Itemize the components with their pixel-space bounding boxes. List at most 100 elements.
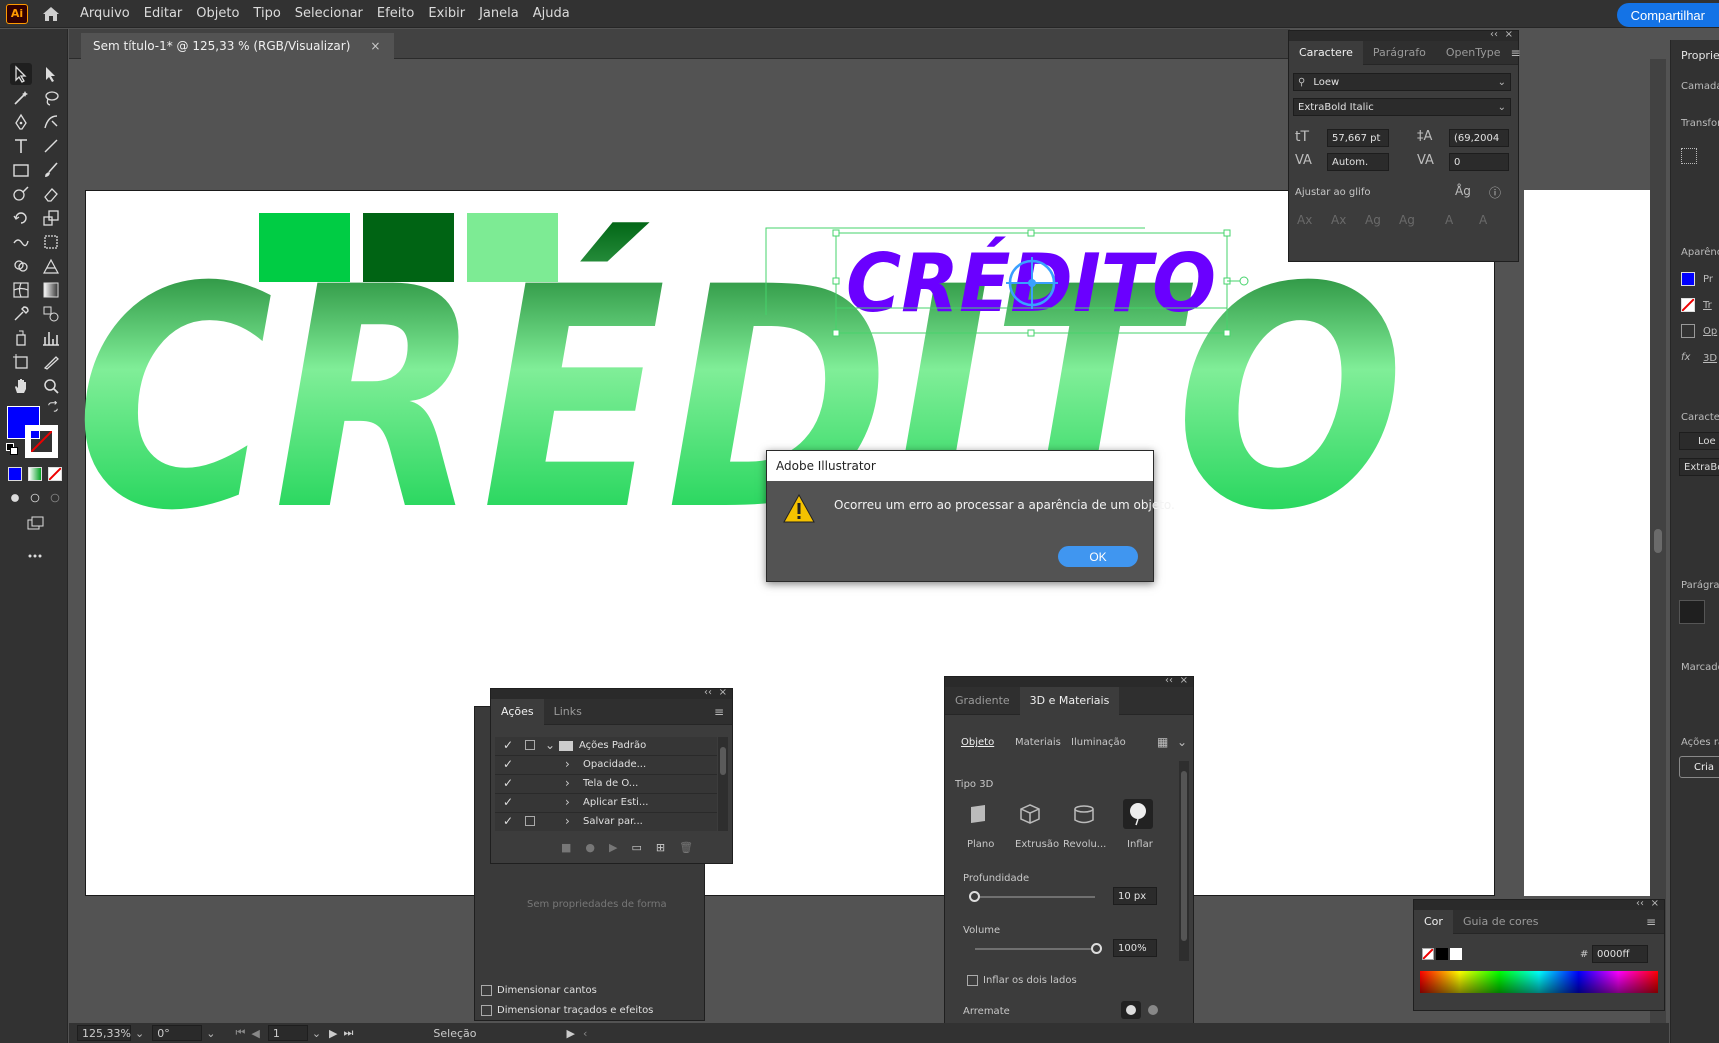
color-spectrum[interactable]: [1420, 971, 1658, 993]
type-tool-icon[interactable]: [10, 135, 32, 157]
volume-slider-track[interactable]: [975, 948, 1095, 950]
check-icon[interactable]: ✓: [503, 738, 513, 752]
depth-field[interactable]: 10 px: [1113, 887, 1157, 905]
reference-point-icon[interactable]: [1681, 148, 1697, 164]
chevron-down-icon[interactable]: ⌄: [135, 1027, 144, 1040]
check-icon[interactable]: ✓: [503, 776, 513, 790]
props-font-family-field[interactable]: Loe: [1679, 432, 1719, 450]
chevron-right-icon[interactable]: ›: [565, 795, 570, 809]
info-icon[interactable]: ⓘ: [1489, 184, 1501, 201]
snap-angular-icon[interactable]: A: [1445, 213, 1453, 227]
appearance-fill-swatch[interactable]: [1681, 272, 1695, 286]
warp-tool-icon[interactable]: [10, 231, 32, 253]
panel-menu-icon[interactable]: ≡: [1646, 915, 1656, 929]
hand-tool-icon[interactable]: [10, 375, 32, 397]
direct-selection-tool-icon[interactable]: [40, 63, 62, 85]
lasso-icon[interactable]: [40, 87, 62, 109]
close-panel-icon[interactable]: ×: [719, 687, 727, 698]
menu-janela[interactable]: Janela: [479, 6, 519, 21]
gradient-mode-icon[interactable]: [28, 467, 42, 481]
record-icon[interactable]: ●: [585, 841, 595, 857]
close-panel-icon[interactable]: ×: [1180, 675, 1188, 686]
list-item[interactable]: ✓ › Tela de O...: [495, 775, 717, 794]
chevron-down-icon[interactable]: ⌄: [312, 1027, 321, 1040]
artboard-tool-icon[interactable]: [10, 351, 32, 373]
chevron-right-icon[interactable]: ›: [565, 776, 570, 790]
appearance-opacity-label[interactable]: Op: [1703, 326, 1717, 337]
black-color-icon[interactable]: [1436, 948, 1448, 960]
chevron-down-icon[interactable]: ⌄: [1177, 735, 1187, 749]
draw-behind-icon[interactable]: [26, 489, 44, 507]
snap-anchor-icon[interactable]: A: [1479, 213, 1487, 227]
pen-tool-icon[interactable]: [10, 111, 32, 133]
menu-selecionar[interactable]: Selecionar: [295, 6, 363, 21]
color-mode-icon[interactable]: [8, 467, 22, 481]
status-menu-icon[interactable]: ▶: [567, 1027, 575, 1040]
hex-input[interactable]: 0000ff: [1592, 945, 1648, 963]
zoom-field[interactable]: 125,33%: [77, 1025, 131, 1041]
document-tab[interactable]: Sem título-1* @ 125,33 % (RGB/Visualizar…: [81, 33, 395, 59]
shaper-tool-icon[interactable]: [10, 183, 32, 205]
list-item[interactable]: ✓ › Aplicar Esti...: [495, 794, 717, 813]
curvature-tool-icon[interactable]: [40, 111, 62, 133]
3d-panel-scrollbar[interactable]: [1179, 761, 1189, 961]
appearance-stroke-swatch[interactable]: [1681, 298, 1695, 312]
3d-panel-grip[interactable]: ‹‹ ×: [945, 675, 1193, 687]
scroll-thumb[interactable]: [1654, 529, 1662, 553]
glyph-options-icon[interactable]: Åg: [1455, 184, 1471, 198]
draw-normal-icon[interactable]: [6, 489, 24, 507]
modal-toggle-icon[interactable]: [525, 816, 535, 826]
chevron-down-icon[interactable]: ⌄: [545, 738, 555, 752]
tab-3d-materiais[interactable]: 3D e Materiais: [1019, 686, 1120, 715]
props-font-style-field[interactable]: ExtraBo: [1679, 458, 1719, 476]
chevron-down-icon[interactable]: ⌄: [206, 1027, 215, 1040]
panel-menu-icon[interactable]: ≡: [1511, 46, 1521, 60]
fx-icon[interactable]: fx: [1681, 352, 1690, 363]
stop-icon[interactable]: ■: [561, 841, 571, 857]
bevel-toggle-on-icon[interactable]: [1121, 1001, 1141, 1019]
stroke-swatch[interactable]: [25, 425, 58, 458]
snap-baseline-icon[interactable]: Ax: [1297, 213, 1312, 227]
play-icon[interactable]: ▶: [609, 841, 617, 857]
subtab-objeto[interactable]: Objeto: [961, 737, 994, 748]
menu-objeto[interactable]: Objeto: [196, 6, 239, 21]
appearance-3d-label[interactable]: 3D: [1703, 353, 1717, 364]
tab-links[interactable]: Links: [544, 699, 592, 725]
snap-xheight-icon[interactable]: Ax: [1331, 213, 1346, 227]
depth-slider-handle[interactable]: [969, 891, 980, 902]
menu-tipo[interactable]: Tipo: [253, 6, 280, 21]
appearance-stroke-label[interactable]: Tr: [1703, 300, 1712, 311]
menu-editar[interactable]: Editar: [144, 6, 183, 21]
close-document-icon[interactable]: ×: [370, 39, 380, 53]
tab-acoes[interactable]: Ações: [491, 698, 544, 725]
scale-strokes-checkbox[interactable]: [481, 1005, 492, 1016]
first-artboard-icon[interactable]: ⏮: [235, 1026, 245, 1040]
symbol-sprayer-icon[interactable]: [10, 327, 32, 349]
panel-menu-icon[interactable]: ≡: [714, 705, 724, 719]
scroll-left-icon[interactable]: ‹: [583, 1027, 587, 1040]
check-icon[interactable]: ✓: [503, 795, 513, 809]
leading-field[interactable]: (69,2004: [1449, 129, 1509, 147]
close-panel-icon[interactable]: ×: [1651, 898, 1659, 909]
kerning-field[interactable]: Autom.: [1327, 153, 1389, 171]
selection-tool-icon[interactable]: [10, 63, 32, 85]
subtab-iluminacao[interactable]: Iluminação: [1071, 737, 1126, 748]
check-icon[interactable]: ✓: [503, 814, 513, 828]
trash-icon[interactable]: 🗑: [679, 841, 693, 857]
artboard-number-field[interactable]: 1: [267, 1025, 308, 1041]
share-button[interactable]: Compartilhar: [1616, 3, 1719, 27]
font-size-field[interactable]: 57,667 pt: [1327, 129, 1389, 147]
chevron-right-icon[interactable]: ›: [565, 814, 570, 828]
more-tools-icon[interactable]: [24, 545, 46, 567]
menu-exibir[interactable]: Exibir: [428, 6, 465, 21]
snap-proximity-icon[interactable]: Ag: [1399, 213, 1415, 227]
actions-panel-grip[interactable]: ‹‹ ×: [491, 687, 732, 699]
font-family-field[interactable]: ⚲ Loew ⌄: [1293, 73, 1511, 91]
subtab-materiais[interactable]: Materiais: [1015, 737, 1061, 748]
volume-slider-handle[interactable]: [1091, 943, 1102, 954]
bevel-toggle-off-icon[interactable]: [1143, 1001, 1163, 1019]
character-panel-grip[interactable]: ‹‹ ×: [1289, 29, 1518, 41]
default-colors-icon[interactable]: [6, 443, 18, 455]
check-icon[interactable]: ✓: [503, 757, 513, 771]
list-item[interactable]: ✓ › Opacidade...: [495, 756, 717, 775]
